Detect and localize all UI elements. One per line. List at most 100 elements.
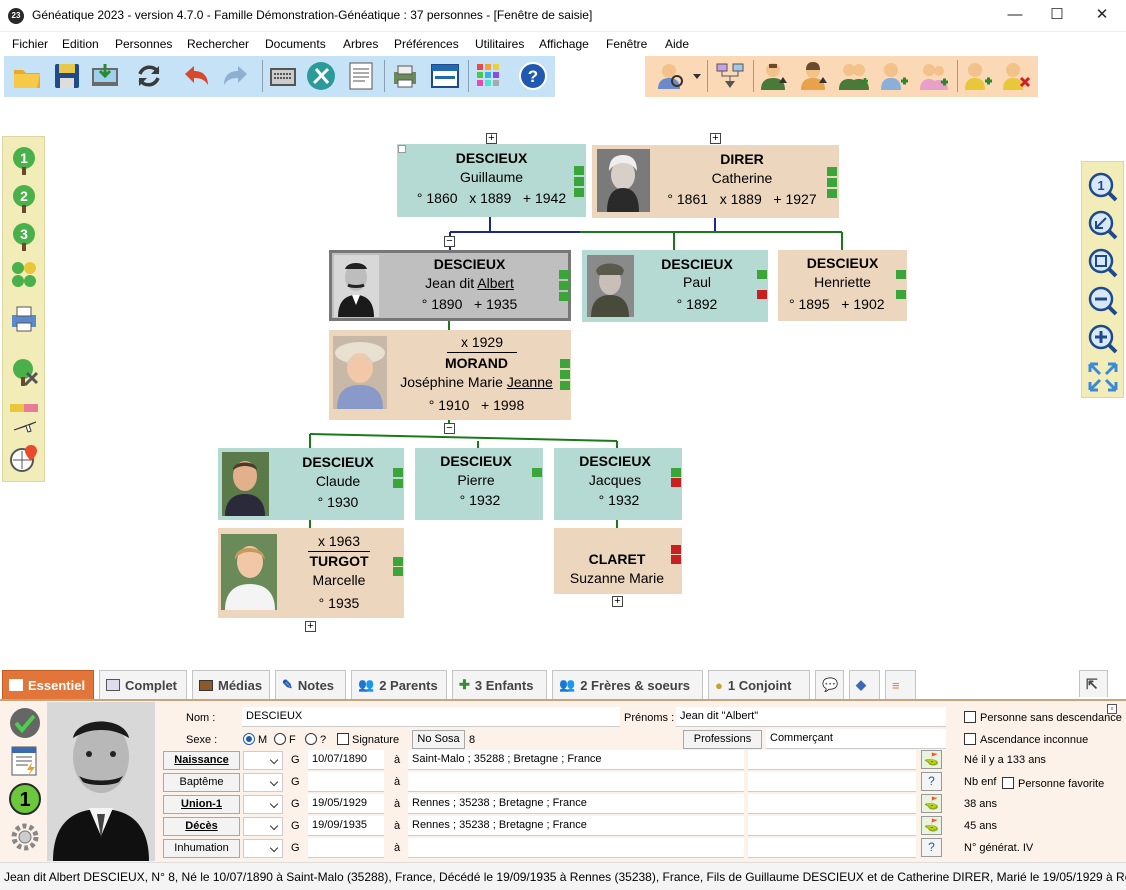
person-surname: DIRER — [720, 151, 764, 167]
sexe-m-radio[interactable] — [243, 733, 255, 745]
tab-freres-soeurs[interactable]: 👥 2 Frères & soeurs — [552, 670, 703, 699]
event-place-field[interactable]: Rennes ; 35238 ; Bretagne ; France — [408, 794, 744, 814]
event-extra-field[interactable] — [748, 794, 916, 814]
map-place-icon[interactable]: ⛳ — [921, 750, 942, 769]
expand-button[interactable]: + — [710, 133, 721, 144]
person-box-marcelle[interactable]: x 1963 TURGOT Marcelle ° 1935 — [218, 528, 404, 618]
event-qualifier-dropdown[interactable] — [243, 839, 283, 858]
person-given: Catherine — [711, 170, 773, 186]
personne-favorite-checkbox[interactable] — [1002, 777, 1014, 789]
tab-essentiel[interactable]: Essentiel — [2, 670, 94, 699]
event-extra-field[interactable] — [748, 816, 916, 836]
person-box-catherine[interactable]: DIRER Catherine ° 1861 x 1889 + 1927 — [592, 145, 839, 218]
event-extra-field[interactable] — [748, 772, 916, 792]
expand-panel-icon[interactable]: ▫ — [1107, 704, 1117, 714]
signature-label: Signature — [352, 734, 400, 746]
validate-check-icon[interactable] — [8, 706, 42, 740]
status-indicator — [671, 545, 681, 554]
expand-button[interactable]: + — [486, 133, 497, 144]
professions-button[interactable]: Professions — [683, 730, 762, 749]
status-indicator — [574, 177, 584, 186]
collapse-button[interactable]: − — [444, 236, 455, 247]
status-indicator — [896, 270, 906, 279]
person-box-albert[interactable]: DESCIEUX Jean dit Albert ° 1890 + 1935 — [329, 250, 571, 321]
event-type-button[interactable]: Inhumation — [163, 839, 240, 858]
event-extra-field[interactable] — [748, 750, 916, 770]
person-photo — [334, 255, 379, 317]
person-surname: MORAND — [445, 355, 508, 371]
sosa-button[interactable]: No Sosa — [412, 730, 465, 749]
signature-checkbox[interactable] — [337, 733, 349, 745]
collapse-button[interactable]: − — [444, 423, 455, 434]
sexe-label: Sexe : — [186, 734, 218, 746]
tab-timeline[interactable]: ≡ — [885, 670, 916, 699]
tab-notes[interactable]: ✎ Notes — [275, 670, 346, 699]
popout-icon[interactable]: ⇱ — [1079, 670, 1108, 697]
expand-button[interactable]: + — [305, 621, 316, 632]
person-box-josephine[interactable]: x 1929 MORAND Joséphine Marie Jeanne ° 1… — [329, 330, 571, 420]
tab-sources[interactable]: 💬 — [815, 670, 844, 699]
person-box-jacques[interactable]: DESCIEUX Jacques ° 1932 — [554, 448, 682, 520]
person-box-paul[interactable]: DESCIEUX Paul ° 1892 — [582, 250, 768, 322]
event-place-field[interactable]: Rennes ; 35238 ; Bretagne ; France — [408, 816, 744, 836]
document-flash-icon[interactable] — [8, 744, 42, 778]
person-box-guillaume[interactable]: DESCIEUX Guillaume ° 1860 x 1889 + 1942 — [397, 144, 586, 217]
event-qualifier-dropdown[interactable] — [243, 751, 283, 770]
event-info-label: N° générat. IV — [964, 842, 1034, 854]
person-box-pierre[interactable]: DESCIEUX Pierre ° 1932 — [415, 448, 543, 520]
professions-field[interactable]: Commerçant — [766, 729, 946, 749]
person-detail-panel: 1 Nom : DESCIEUX Prénoms : Jean dit "Alb… — [0, 700, 1126, 862]
event-date-field[interactable] — [308, 838, 384, 858]
tab-medias[interactable]: Médias — [192, 670, 270, 699]
event-type-button[interactable]: Naissance — [163, 751, 240, 770]
sexe-unknown-radio[interactable] — [305, 733, 317, 745]
event-date-field[interactable]: 10/07/1890 — [308, 750, 384, 770]
event-place-field[interactable]: Saint-Malo ; 35288 ; Bretagne ; France — [408, 750, 744, 770]
prenoms-field[interactable]: Jean dit "Albert" — [676, 707, 946, 727]
ascendance-inconnue-checkbox[interactable] — [964, 733, 976, 745]
person-dates: ° 1895 + 1902 — [789, 296, 885, 312]
nom-label: Nom : — [186, 712, 216, 724]
event-date-field[interactable] — [308, 772, 384, 792]
calendar-flag: G — [291, 754, 300, 766]
person-dates: ° 1892 — [676, 296, 718, 312]
event-qualifier-dropdown[interactable] — [243, 795, 283, 814]
event-date-field[interactable]: 19/05/1929 — [308, 794, 384, 814]
tab-book[interactable]: ◆ — [849, 670, 880, 699]
person-portrait — [47, 702, 155, 861]
map-place-icon[interactable]: ⛳ — [921, 816, 942, 835]
event-place-field[interactable] — [408, 838, 744, 858]
status-indicator — [671, 555, 681, 564]
event-type-button[interactable]: Baptême — [163, 773, 240, 792]
person-box-suzanne[interactable]: CLARET Suzanne Marie — [554, 528, 682, 594]
map-place-icon[interactable]: ⛳ — [921, 794, 942, 813]
tab-parents[interactable]: 👥 2 Parents — [351, 670, 447, 699]
event-date-field[interactable]: 19/09/1935 — [308, 816, 384, 836]
event-extra-field[interactable] — [748, 838, 916, 858]
sans-descendance-checkbox[interactable] — [964, 711, 976, 723]
tab-conjoint[interactable]: ● 1 Conjoint — [708, 670, 810, 699]
person-dates: ° 1860 x 1889 + 1942 — [416, 190, 567, 206]
help-question-icon[interactable]: ? — [921, 838, 942, 857]
expand-button[interactable]: + — [612, 596, 623, 607]
sexe-f-radio[interactable] — [274, 733, 286, 745]
person-box-claude[interactable]: DESCIEUX Claude ° 1930 — [218, 448, 404, 520]
nom-field[interactable]: DESCIEUX — [242, 707, 620, 727]
event-place-field[interactable] — [408, 772, 744, 792]
person-box-henriette[interactable]: DESCIEUX Henriette ° 1895 + 1902 — [778, 250, 907, 321]
settings-gear-icon[interactable] — [8, 820, 42, 854]
help-question-icon[interactable]: ? — [921, 772, 942, 791]
place-prefix-label: à — [394, 754, 401, 766]
event-type-button[interactable]: Décès — [163, 817, 240, 836]
siblings-icon: 👥 — [559, 677, 576, 692]
event-qualifier-dropdown[interactable] — [243, 773, 283, 792]
event-qualifier-dropdown[interactable] — [243, 817, 283, 836]
ascendance-inconnue-label: Ascendance inconnue — [980, 734, 1089, 746]
event-type-button[interactable]: Union-1 — [163, 795, 240, 814]
status-indicator — [896, 290, 906, 299]
event-info-label: Nb enf — [964, 776, 997, 788]
tab-complet[interactable]: Complet — [99, 670, 187, 699]
number-one-icon[interactable]: 1 — [8, 782, 42, 816]
person-given: Suzanne Marie — [569, 570, 665, 586]
tab-enfants[interactable]: ✚ 3 Enfants — [452, 670, 547, 699]
